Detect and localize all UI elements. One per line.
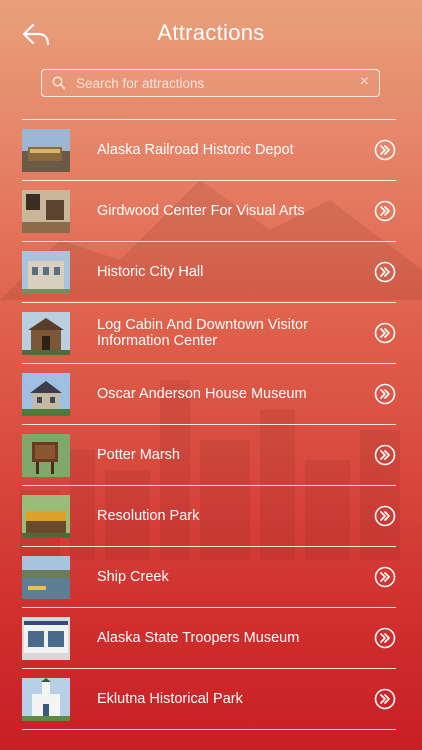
chevron-right-circle-icon[interactable] (374, 505, 396, 527)
clear-search-icon[interactable]: × (360, 73, 369, 91)
list-item[interactable]: Alaska Railroad Historic Depot (22, 119, 396, 180)
thumbnail-image (22, 373, 70, 416)
list-item[interactable]: Alaska State Troopers Museum (22, 607, 396, 668)
search-icon (52, 76, 66, 90)
chevron-right-circle-icon[interactable] (374, 261, 396, 283)
list-item-label: Alaska Railroad Historic Depot (97, 142, 294, 158)
list-item-label: Girdwood Center For Visual Arts (97, 203, 305, 219)
list-item[interactable]: Girdwood Center For Visual Arts (22, 180, 396, 241)
chevron-right-circle-icon[interactable] (374, 383, 396, 405)
thumbnail-image (22, 251, 70, 294)
header: Attractions (0, 0, 422, 70)
chevron-right-circle-icon[interactable] (374, 139, 396, 161)
thumbnail-image (22, 129, 70, 172)
thumbnail-image (22, 312, 70, 355)
attractions-list: Alaska Railroad Historic Depot Girdwood … (22, 119, 396, 730)
thumbnail-image (22, 556, 70, 599)
thumbnail-image (22, 434, 70, 477)
list-item[interactable]: Potter Marsh (22, 424, 396, 485)
list-item-label: Eklutna Historical Park (97, 691, 243, 707)
list-item-label: Potter Marsh (97, 447, 180, 463)
list-item[interactable]: Resolution Park (22, 485, 396, 546)
chevron-right-circle-icon[interactable] (374, 200, 396, 222)
chevron-right-circle-icon[interactable] (374, 322, 396, 344)
list-item[interactable]: Oscar Anderson House Museum (22, 363, 396, 424)
thumbnail-image (22, 190, 70, 233)
list-item[interactable]: Historic City Hall (22, 241, 396, 302)
list-item-label: Ship Creek (97, 569, 169, 585)
thumbnail-image (22, 617, 70, 660)
list-item-label: Resolution Park (97, 508, 200, 524)
list-item-label: Historic City Hall (97, 264, 204, 280)
list-item[interactable]: Ship Creek (22, 546, 396, 607)
chevron-right-circle-icon[interactable] (374, 627, 396, 649)
chevron-right-circle-icon[interactable] (374, 688, 396, 710)
page-title: Attractions (157, 20, 265, 45)
list-item-label: Alaska State Troopers Museum (97, 630, 300, 646)
search-bar[interactable]: × (41, 69, 380, 97)
list-item-label: Oscar Anderson House Museum (97, 386, 307, 402)
search-input[interactable] (74, 70, 348, 97)
list-item[interactable]: Eklutna Historical Park (22, 668, 396, 730)
thumbnail-image (22, 495, 70, 538)
list-item-label: Log Cabin And Downtown Visitor Informati… (97, 317, 308, 349)
thumbnail-image (22, 678, 70, 721)
list-item[interactable]: Log Cabin And Downtown Visitor Informati… (22, 302, 396, 363)
chevron-right-circle-icon[interactable] (374, 444, 396, 466)
chevron-right-circle-icon[interactable] (374, 566, 396, 588)
